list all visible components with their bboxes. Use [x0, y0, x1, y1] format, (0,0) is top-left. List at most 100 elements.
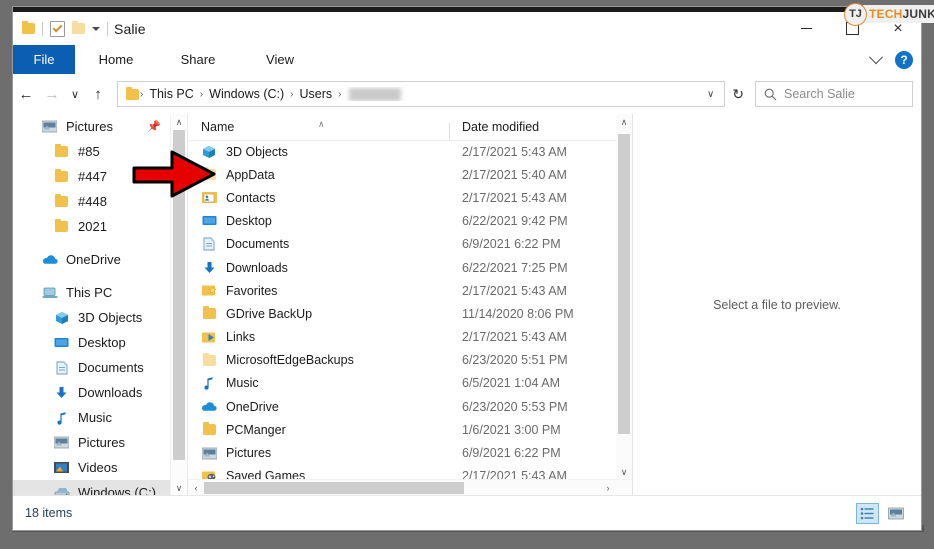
- recent-locations-button[interactable]: ∨: [65, 81, 85, 107]
- file-name-cell[interactable]: MicrosoftEdgeBackups: [188, 352, 450, 368]
- table-row[interactable]: Documents 6/9/2021 6:22 PM: [188, 233, 616, 256]
- file-name-cell[interactable]: Pictures: [188, 446, 450, 461]
- watermark-text-primary: TECH: [869, 7, 903, 21]
- file-list-hscroll-thumb[interactable]: [204, 482, 464, 494]
- table-row[interactable]: GDrive BackUp 11/14/2020 8:06 PM: [188, 302, 616, 325]
- file-name-cell[interactable]: Links: [188, 330, 450, 345]
- sidebar-item-onedrive[interactable]: OneDrive: [13, 247, 187, 272]
- file-list-scroll-thumb[interactable]: [618, 134, 630, 434]
- breadcrumb-item-this-pc[interactable]: This PC: [144, 87, 198, 101]
- file-list-vertical-scrollbar[interactable]: ∧ ∨: [616, 114, 632, 480]
- folder-icon[interactable]: [22, 21, 35, 34]
- forward-button[interactable]: →: [39, 81, 65, 107]
- folder-icon: [53, 219, 70, 234]
- sidebar-item-documents[interactable]: Documents: [13, 355, 187, 380]
- file-list-hscroll-left-arrow[interactable]: ‹: [188, 480, 204, 496]
- file-name-cell[interactable]: PCManger: [188, 422, 450, 437]
- new-folder-icon[interactable]: [72, 21, 85, 34]
- address-bar[interactable]: › This PC › Windows (C:) › Users › ∨: [117, 81, 726, 107]
- file-name-cell[interactable]: Documents: [188, 237, 450, 252]
- customize-qat-caret-icon[interactable]: [92, 26, 100, 31]
- breadcrumb[interactable]: › This PC › Windows (C:) › Users ›: [139, 87, 701, 101]
- up-button[interactable]: ↑: [85, 81, 111, 107]
- sidebar-item-3d-objects[interactable]: 3D Objects: [13, 305, 187, 330]
- sidebar-scroll-down-arrow[interactable]: ∨: [171, 480, 187, 496]
- navigation-bar: ← → ∨ ↑ › This PC › Windows (C:) › Users…: [13, 74, 921, 114]
- file-name-cell[interactable]: Music: [188, 376, 450, 391]
- table-row[interactable]: Favorites 2/17/2021 5:43 AM: [188, 279, 616, 302]
- desktop-icon: [53, 335, 70, 350]
- sidebar-gap-2: [13, 272, 187, 280]
- sidebar-scrollbar[interactable]: ∧ ∨: [170, 114, 187, 496]
- file-name-cell[interactable]: Desktop: [188, 214, 450, 229]
- sidebar-item-videos[interactable]: Videos: [13, 455, 187, 480]
- table-row[interactable]: OneDrive 6/23/2020 5:53 PM: [188, 395, 616, 418]
- sidebar-item-pictures-quick[interactable]: Pictures 📌: [13, 114, 187, 139]
- file-name-label: Desktop: [226, 214, 272, 229]
- file-list-hscroll-right-arrow[interactable]: ›: [600, 480, 616, 496]
- sidebar-item-85[interactable]: #85: [13, 139, 187, 164]
- file-name-cell[interactable]: Contacts: [188, 190, 450, 205]
- file-name-cell[interactable]: AppData: [188, 167, 450, 182]
- quick-access-toolbar[interactable]: [13, 20, 108, 37]
- back-button[interactable]: ←: [13, 81, 39, 107]
- tab-file[interactable]: File: [13, 45, 75, 74]
- file-name-label: AppData: [226, 167, 275, 182]
- file-date-cell: 6/23/2020 5:51 PM: [462, 353, 568, 368]
- search-input[interactable]: Search Salie: [755, 81, 913, 107]
- sidebar-item-music[interactable]: Music: [13, 405, 187, 430]
- address-dropdown-caret-icon[interactable]: ∨: [701, 89, 720, 100]
- table-row[interactable]: Contacts 2/17/2021 5:43 AM: [188, 186, 616, 209]
- sidebar-item-downloads[interactable]: Downloads: [13, 380, 187, 405]
- sidebar-item-windows-c[interactable]: Windows (C:): [13, 480, 187, 496]
- file-date-cell: 2/17/2021 5:43 AM: [462, 283, 567, 298]
- table-row[interactable]: 3D Objects 2/17/2021 5:43 AM: [188, 140, 616, 163]
- tab-home[interactable]: Home: [75, 45, 157, 74]
- column-header-date-modified[interactable]: Date modified: [450, 120, 539, 134]
- 3d-objects-icon: [201, 144, 217, 159]
- table-row[interactable]: Desktop 6/22/2021 9:42 PM: [188, 210, 616, 233]
- table-row[interactable]: AppData 2/17/2021 5:40 AM: [188, 163, 616, 186]
- table-row[interactable]: PCManger 1/6/2021 3:00 PM: [188, 418, 616, 441]
- file-name-cell[interactable]: Downloads: [188, 260, 450, 275]
- breadcrumb-item-redacted-username[interactable]: [348, 87, 401, 101]
- table-row[interactable]: Music 6/5/2021 1:04 AM: [188, 372, 616, 395]
- help-icon[interactable]: ?: [895, 50, 913, 69]
- sidebar-item-label: #448: [78, 194, 107, 209]
- file-name-cell[interactable]: OneDrive: [188, 399, 450, 414]
- sidebar-item-447[interactable]: #447: [13, 164, 187, 189]
- details-view-button[interactable]: [856, 502, 879, 524]
- large-icons-view-button[interactable]: [884, 503, 907, 524]
- ribbon-right-controls: ?: [868, 45, 913, 74]
- chevron-down-icon[interactable]: [868, 49, 884, 64]
- sidebar-scroll-thumb[interactable]: [173, 130, 185, 460]
- file-name-cell[interactable]: Favorites: [188, 283, 450, 298]
- properties-icon[interactable]: [50, 20, 65, 37]
- folder-icon: [53, 169, 70, 184]
- table-row[interactable]: MicrosoftEdgeBackups 6/23/2020 5:51 PM: [188, 349, 616, 372]
- sidebar-item-pictures[interactable]: Pictures: [13, 430, 187, 455]
- file-name-cell[interactable]: 3D Objects: [188, 144, 450, 159]
- sidebar-item-this-pc[interactable]: This PC: [13, 280, 187, 305]
- breadcrumb-item-users[interactable]: Users: [295, 87, 338, 101]
- sidebar-scroll-up-arrow[interactable]: ∧: [171, 114, 187, 130]
- tab-view[interactable]: View: [239, 45, 321, 74]
- sidebar-item-2021[interactable]: 2021: [13, 214, 187, 239]
- breadcrumb-item-windows-c[interactable]: Windows (C:): [204, 87, 289, 101]
- table-row[interactable]: Pictures 6/9/2021 6:22 PM: [188, 441, 616, 464]
- refresh-button[interactable]: ↻: [725, 86, 751, 103]
- column-header-name[interactable]: Name ∧: [188, 119, 450, 141]
- sidebar-item-448[interactable]: #448: [13, 189, 187, 214]
- file-name-cell[interactable]: GDrive BackUp: [188, 306, 450, 321]
- pin-icon[interactable]: 📌: [147, 120, 161, 133]
- file-list-scroll-up-arrow[interactable]: ∧: [616, 114, 632, 130]
- sidebar-item-desktop[interactable]: Desktop: [13, 330, 187, 355]
- table-row[interactable]: Links 2/17/2021 5:43 AM: [188, 326, 616, 349]
- file-name-label: MicrosoftEdgeBackups: [226, 353, 354, 368]
- table-row[interactable]: Saved Games 2/17/2021 5:43 AM: [188, 465, 616, 480]
- minimize-button[interactable]: [783, 12, 829, 45]
- table-row[interactable]: Downloads 6/22/2021 7:25 PM: [188, 256, 616, 279]
- tab-share[interactable]: Share: [157, 45, 239, 74]
- file-list-scroll-down-arrow[interactable]: ∨: [616, 464, 632, 480]
- file-list-horizontal-scrollbar[interactable]: ‹ ›: [188, 479, 632, 496]
